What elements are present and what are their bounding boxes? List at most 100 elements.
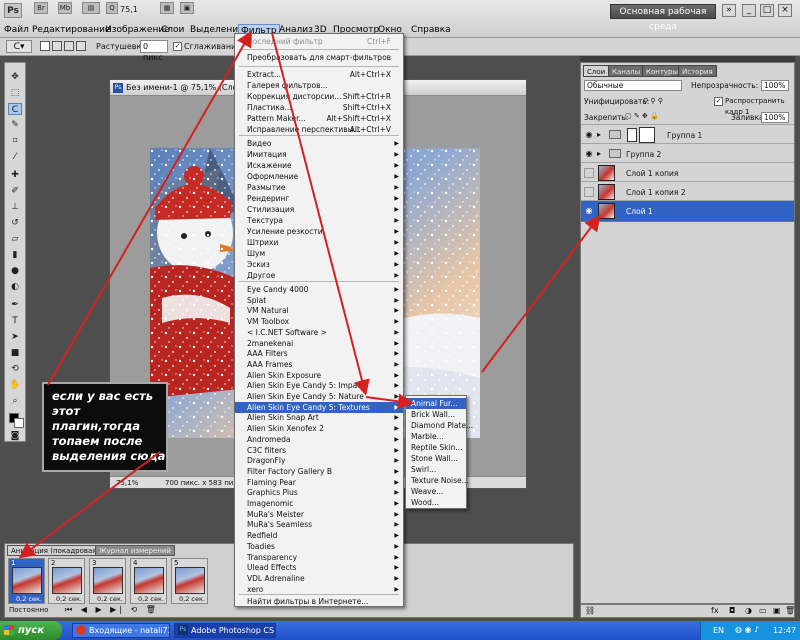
screen-mode-icon[interactable]: ▣ bbox=[180, 2, 194, 14]
frame-delay[interactable]: 0,2 сек. bbox=[56, 595, 82, 603]
dodge-tool-icon[interactable]: ◐ bbox=[8, 281, 22, 293]
menu-item-стилизация[interactable]: Стилизация ▶ bbox=[235, 204, 403, 215]
healing-tool-icon[interactable]: ✚ bbox=[8, 169, 22, 181]
submenu-item-reptile-skin[interactable]: Reptile Skin... bbox=[406, 442, 466, 453]
menu-item-plugin-2manekenai[interactable]: 2manekenai ▶ bbox=[235, 338, 403, 349]
menu-item-plugin-alien-skin-exposure[interactable]: Alien Skin Exposure ▶ bbox=[235, 370, 403, 381]
new-layer-icon[interactable]: ▣ bbox=[773, 606, 781, 615]
loop-select[interactable]: Постоянно bbox=[9, 605, 59, 616]
lasso-preset-icon[interactable]: ᑕ▾ bbox=[6, 40, 32, 53]
eye-icon[interactable]: ◉ bbox=[584, 206, 594, 216]
animation-frame[interactable]: 4 0,2 сек. bbox=[130, 558, 167, 604]
restore-icon[interactable]: □ bbox=[760, 4, 774, 17]
submenu-item-brick-wall[interactable]: Brick Wall... bbox=[406, 409, 466, 420]
fill-input[interactable]: 100% bbox=[761, 112, 789, 123]
menu-layers[interactable]: Слои bbox=[159, 24, 186, 37]
view-extras-icon[interactable]: ▤ bbox=[82, 2, 100, 14]
feather-input[interactable]: 0 пикс bbox=[140, 40, 168, 62]
menu-item-пластика[interactable]: Пластика... Shift+Ctrl+X bbox=[235, 102, 403, 113]
menu-item-plugin-alien-skin-eye-candy-5-nature[interactable]: Alien Skin Eye Candy 5: Nature ▶ bbox=[235, 391, 403, 402]
layer-row-group-1[interactable]: ◉ ▸ Группа 1 bbox=[581, 124, 794, 145]
marquee-tool-icon[interactable]: ⬚ bbox=[8, 87, 22, 99]
frame-delay[interactable]: 0,2 сек. bbox=[16, 595, 42, 603]
tab-history[interactable]: История bbox=[678, 65, 717, 77]
close-icon[interactable]: × bbox=[778, 4, 792, 17]
menu-item-plugin-splat[interactable]: Splat ▶ bbox=[235, 295, 403, 306]
menu-item-штрихи[interactable]: Штрихи ▶ bbox=[235, 237, 403, 248]
layer-row-layer-1-copy[interactable]: Слой 1 копия bbox=[581, 162, 794, 183]
stamp-tool-icon[interactable]: ⊥ bbox=[8, 201, 22, 213]
blur-tool-icon[interactable]: ● bbox=[8, 265, 22, 277]
menu-item-коррекция-дисторсии[interactable]: Коррекция дисторсии... Shift+Ctrl+R bbox=[235, 91, 403, 102]
menu-item-plugin-filter-factory-gallery-b[interactable]: Filter Factory Gallery B ▶ bbox=[235, 466, 403, 477]
shape-tool-icon[interactable]: ■ bbox=[8, 347, 22, 359]
zoom-icon[interactable]: Q bbox=[106, 2, 118, 14]
crop-tool-icon[interactable]: ⌗ bbox=[8, 135, 22, 147]
tray-icons[interactable]: ◍ ◉ ♪ bbox=[735, 625, 759, 634]
arrange-icon[interactable]: ▦ bbox=[160, 2, 174, 14]
workspace-menu-icon[interactable]: » bbox=[722, 4, 736, 17]
menu-item-имитация[interactable]: Имитация ▶ bbox=[235, 149, 403, 160]
menu-item-plugin-vdl-adrenaline[interactable]: VDL Adrenaline ▶ bbox=[235, 573, 403, 584]
workspace-button[interactable]: Основная рабочая среда bbox=[610, 4, 716, 32]
new-group-icon[interactable]: ▭ bbox=[759, 606, 767, 615]
antialias-checkbox[interactable]: ✓ bbox=[173, 42, 182, 51]
menu-edit[interactable]: Редактирование bbox=[30, 24, 113, 37]
menu-item-plugin-vm-toolbox[interactable]: VM Toolbox ▶ bbox=[235, 316, 403, 327]
eye-hidden-icon[interactable] bbox=[584, 187, 594, 197]
adjustment-icon[interactable]: ◑ bbox=[745, 606, 752, 615]
type-tool-icon[interactable]: T bbox=[8, 315, 22, 327]
path-select-tool-icon[interactable]: ➤ bbox=[8, 331, 22, 343]
menu-item-plugin-toadies[interactable]: Toadies ▶ bbox=[235, 541, 403, 552]
menu-item-текстура[interactable]: Текстура ▶ bbox=[235, 215, 403, 226]
menu-item-plugin-alien-skin-eye-candy-5-impact[interactable]: Alien Skin Eye Candy 5: Impact ▶ bbox=[235, 380, 403, 391]
animation-frame[interactable]: 3 0,2 сек. bbox=[89, 558, 126, 604]
menu-help[interactable]: Справка bbox=[409, 24, 453, 37]
menu-item-шум[interactable]: Шум ▶ bbox=[235, 248, 403, 259]
bridge-icon[interactable]: Br bbox=[34, 2, 48, 14]
menu-item-plugin-ulead-effects[interactable]: Ulead Effects ▶ bbox=[235, 562, 403, 573]
tab-channels[interactable]: Каналы bbox=[608, 65, 645, 77]
minibridge-icon[interactable]: Mb bbox=[58, 2, 72, 14]
eye-icon[interactable]: ◉ bbox=[584, 149, 594, 159]
move-tool-icon[interactable]: ✥ bbox=[8, 71, 22, 83]
taskbar-button-photoshop[interactable]: Ps Adobe Photoshop CS... bbox=[174, 623, 276, 638]
submenu-item-stone-wall[interactable]: Stone Wall... bbox=[406, 453, 466, 464]
menu-item-plugin-aaa-frames[interactable]: AAA Frames ▶ bbox=[235, 359, 403, 370]
eyedropper-tool-icon[interactable]: ⁄ bbox=[8, 151, 22, 163]
menu-item-plugin-alien-skin-eye-candy-5-textures[interactable]: Alien Skin Eye Candy 5: Textures ▶ bbox=[235, 401, 403, 413]
unify-icons[interactable]: ⚲ ⚲ ⚲ bbox=[643, 97, 663, 105]
menu-item-plugin-mura-s-seamless[interactable]: MuRa's Seamless ▶ bbox=[235, 519, 403, 530]
frame-delay[interactable]: 0,2 сек. bbox=[179, 595, 205, 603]
submenu-item-diamond-plate[interactable]: Diamond Plate... bbox=[406, 420, 473, 431]
animation-frame[interactable]: 5 0,2 сек. bbox=[171, 558, 208, 604]
menu-item-plugin-andromeda[interactable]: Andromeda ▶ bbox=[235, 434, 403, 445]
layer-row-layer-1[interactable]: ◉ Слой 1 bbox=[581, 200, 794, 221]
3d-rotate-tool-icon[interactable]: ⟲ bbox=[8, 363, 22, 375]
link-layers-icon[interactable]: ⛓ bbox=[585, 606, 595, 615]
menu-item-галерея-фильтров[interactable]: Галерея фильтров... bbox=[235, 80, 403, 91]
menu-file[interactable]: Файл bbox=[2, 24, 31, 37]
lock-icons[interactable]: ▢ ✎ ✥ 🔒 bbox=[625, 112, 659, 120]
menu-item-smart-filters[interactable]: Преобразовать для смарт-фильтров bbox=[235, 52, 403, 63]
menu-item-plugin-eye-candy-4000[interactable]: Eye Candy 4000 ▶ bbox=[235, 284, 403, 295]
animation-frame[interactable]: 2 0,2 сек. bbox=[48, 558, 85, 604]
animation-frame[interactable]: 1 0,2 сек. bbox=[8, 558, 45, 604]
add-selection-icon[interactable] bbox=[52, 41, 62, 51]
eraser-tool-icon[interactable]: ▱ bbox=[8, 233, 22, 245]
menu-item-plugin-xero[interactable]: xero ▶ bbox=[235, 584, 403, 595]
opacity-input[interactable]: 100% bbox=[761, 80, 789, 91]
delete-layer-icon[interactable]: 🗑 bbox=[785, 606, 795, 615]
submenu-item-wood[interactable]: Wood... bbox=[406, 497, 466, 508]
taskbar-button-mail[interactable]: Входящие - natali73... bbox=[72, 623, 170, 638]
start-button[interactable]: пуск bbox=[0, 621, 62, 640]
menu-item-plugin-dragonfly[interactable]: DragonFly ▶ bbox=[235, 455, 403, 466]
brush-tool-icon[interactable]: ✐ bbox=[8, 185, 22, 197]
submenu-item-texture-noise[interactable]: Texture Noise... bbox=[406, 475, 469, 486]
history-brush-icon[interactable]: ↺ bbox=[8, 217, 22, 229]
expand-icon[interactable]: ▸ bbox=[597, 130, 601, 139]
hand-tool-icon[interactable]: ✋ bbox=[8, 379, 22, 391]
tab-layers[interactable]: Слои bbox=[583, 65, 610, 77]
menu-item-видео[interactable]: Видео ▶ bbox=[235, 138, 403, 149]
pen-tool-icon[interactable]: ✒ bbox=[8, 299, 22, 311]
